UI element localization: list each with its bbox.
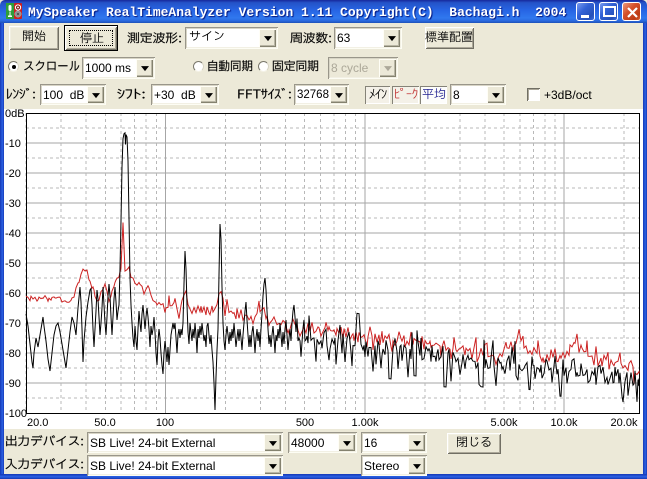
svg-text:5.00k: 5.00k: [491, 417, 518, 429]
svg-text:-100: -100: [5, 408, 27, 420]
svg-text:-60: -60: [5, 288, 21, 300]
svg-text:-80: -80: [5, 348, 21, 360]
svg-text:50.0: 50.0: [94, 417, 115, 429]
svg-text:100: 100: [156, 417, 174, 429]
svg-text:1.00k: 1.00k: [352, 417, 379, 429]
svg-text:-70: -70: [5, 318, 21, 330]
svg-text:-90: -90: [5, 378, 21, 390]
svg-text:500: 500: [296, 417, 314, 429]
svg-text:-50: -50: [5, 258, 21, 270]
svg-text:10.0k: 10.0k: [551, 417, 578, 429]
svg-text:-40: -40: [5, 228, 21, 240]
svg-text:20.0: 20.0: [27, 417, 48, 429]
svg-text:0dB: 0dB: [5, 109, 25, 120]
svg-text:-30: -30: [5, 198, 21, 210]
svg-text:-10: -10: [5, 138, 21, 150]
svg-text:-20: -20: [5, 168, 21, 180]
svg-text:20.0k: 20.0k: [611, 417, 638, 429]
